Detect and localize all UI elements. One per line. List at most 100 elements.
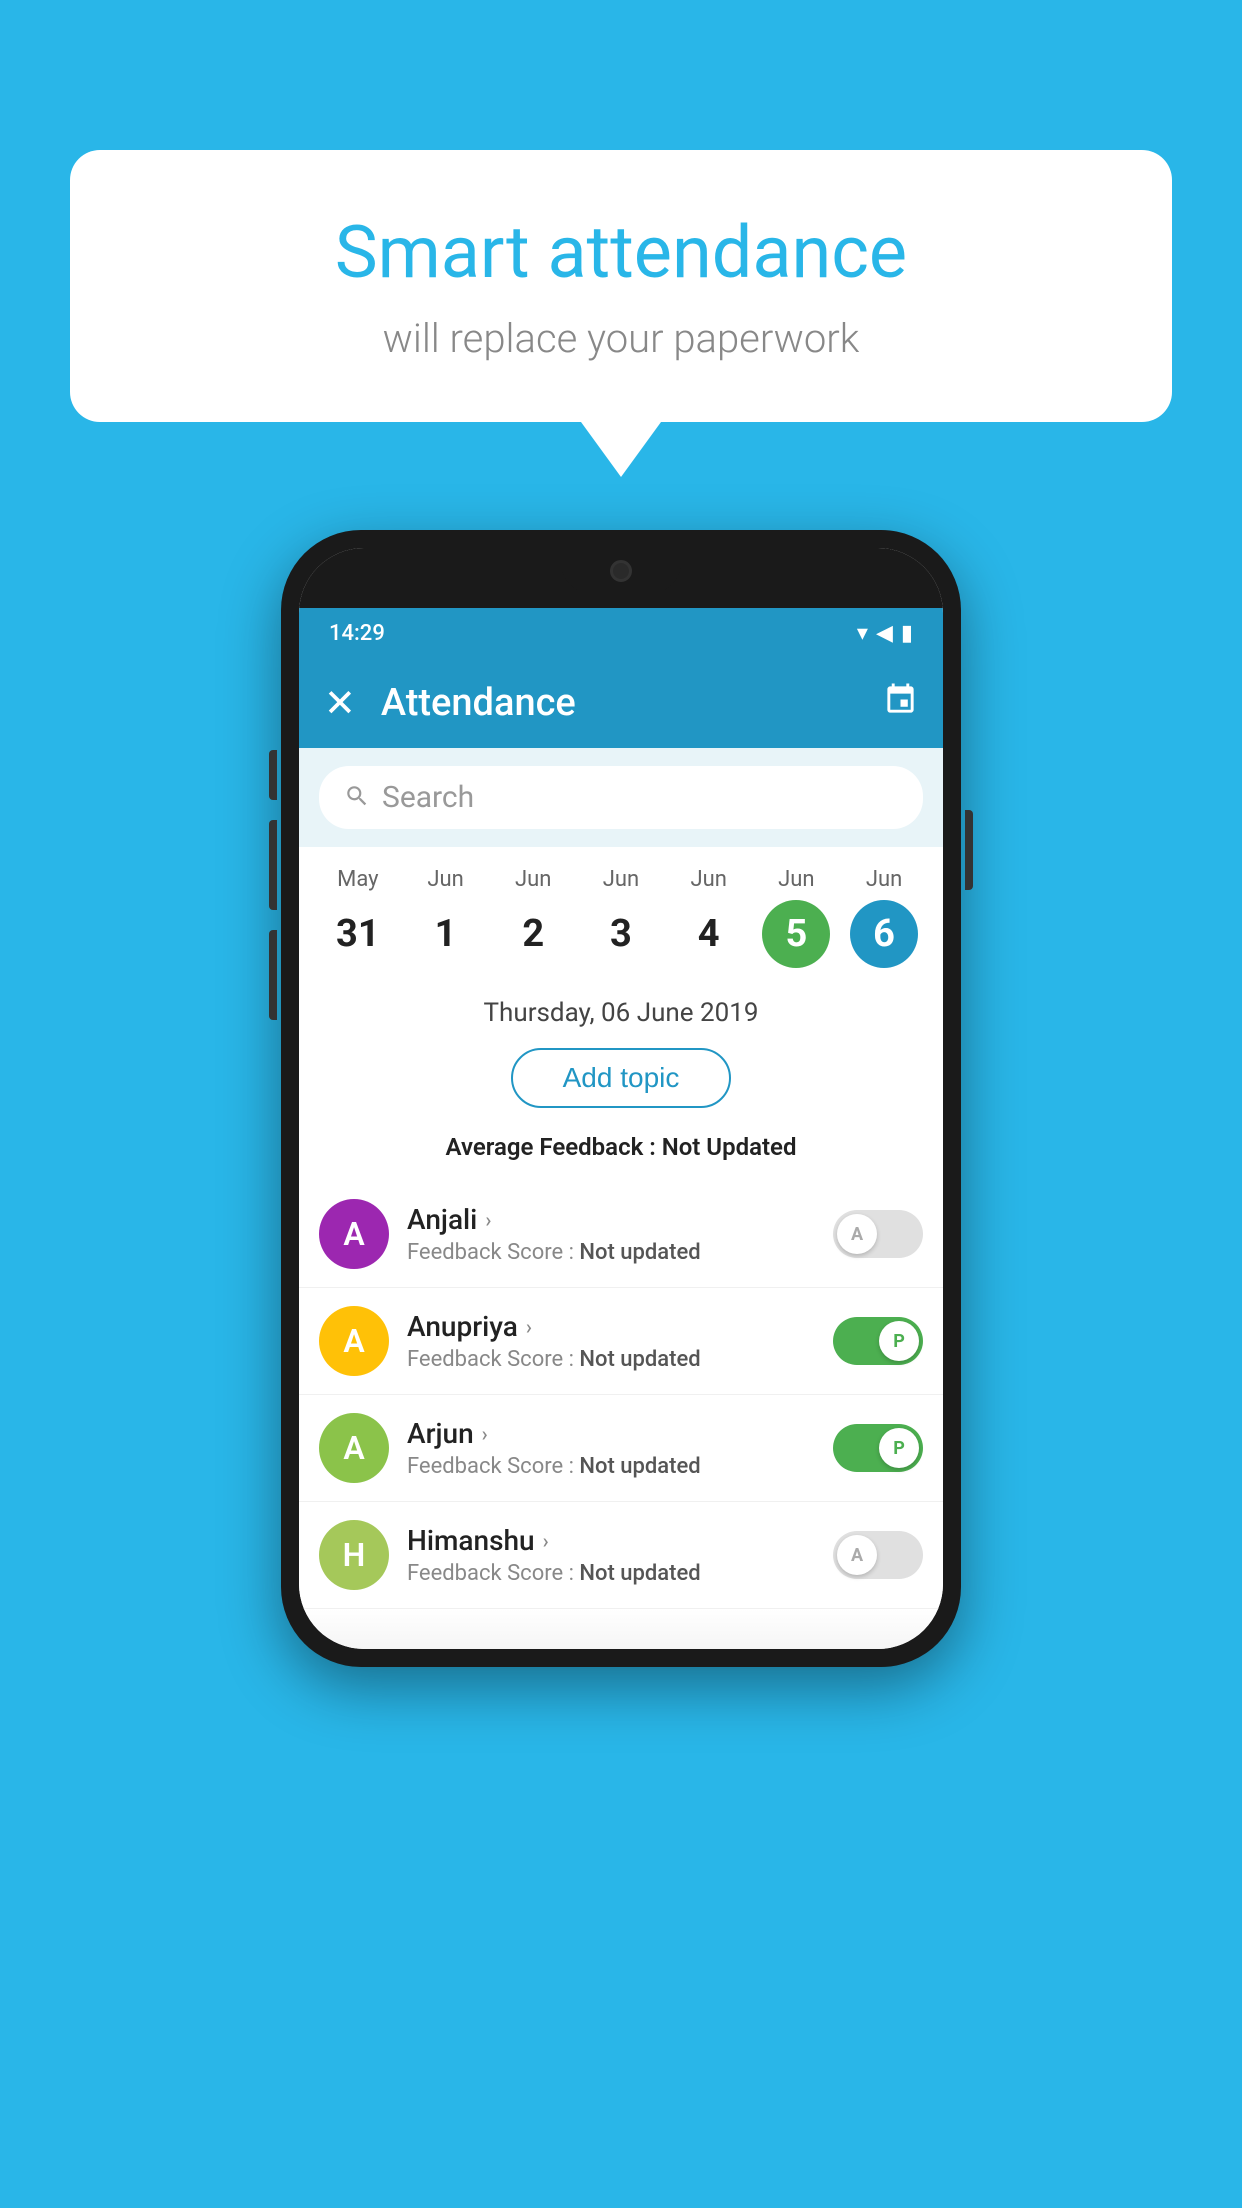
student-item[interactable]: A Anupriya › Feedback Score : Not updated P	[299, 1288, 943, 1395]
student-name: Anupriya ›	[407, 1310, 815, 1343]
notch-area	[299, 548, 943, 608]
volume-down-button[interactable]	[269, 930, 277, 1020]
calendar-day[interactable]: Jun 1	[406, 867, 486, 968]
student-name: Himanshu ›	[407, 1524, 815, 1557]
front-camera	[610, 560, 632, 582]
power-button[interactable]	[965, 810, 973, 890]
speech-bubble-wrapper: Smart attendance will replace your paper…	[70, 150, 1172, 477]
student-info: Himanshu › Feedback Score : Not updated	[407, 1524, 815, 1586]
student-item[interactable]: H Himanshu › Feedback Score : Not updated A	[299, 1502, 943, 1609]
avatar: A	[319, 1306, 389, 1376]
calendar-day[interactable]: Jun 4	[669, 867, 749, 968]
toggle-switch[interactable]: A	[833, 1531, 923, 1579]
cal-month-label: Jun	[427, 867, 463, 892]
battery-icon: ▮	[901, 621, 913, 646]
cal-date-number[interactable]: 2	[499, 900, 567, 968]
chevron-right-icon: ›	[543, 1529, 549, 1553]
student-info: Anjali › Feedback Score : Not updated	[407, 1203, 815, 1265]
calendar-day[interactable]: May 31	[318, 867, 398, 968]
speech-bubble: Smart attendance will replace your paper…	[70, 150, 1172, 422]
feedback-score: Feedback Score : Not updated	[407, 1561, 815, 1586]
speech-bubble-title: Smart attendance	[150, 210, 1092, 295]
cal-month-label: Jun	[603, 867, 639, 892]
search-placeholder: Search	[382, 780, 474, 815]
cal-month-label: Jun	[515, 867, 551, 892]
feedback-value: Not updated	[579, 1347, 700, 1372]
cal-date-number[interactable]: 6	[850, 900, 918, 968]
toggle-switch[interactable]: A	[833, 1210, 923, 1258]
calendar-day[interactable]: Jun 3	[581, 867, 661, 968]
student-name: Arjun ›	[407, 1417, 815, 1450]
wifi-icon: ▾	[857, 621, 868, 646]
calendar-icon[interactable]	[883, 682, 918, 725]
cal-date-number[interactable]: 3	[587, 900, 655, 968]
cal-month-label: Jun	[690, 867, 726, 892]
signal-icon: ◀	[876, 621, 893, 646]
app-bar-title: Attendance	[381, 681, 883, 725]
status-bar: 14:29 ▾ ◀ ▮	[299, 608, 943, 658]
student-name: Anjali ›	[407, 1203, 815, 1236]
feedback-score: Feedback Score : Not updated	[407, 1347, 815, 1372]
calendar-day[interactable]: Jun 6	[844, 867, 924, 968]
cal-month-label: Jun	[778, 867, 814, 892]
cal-month-label: Jun	[866, 867, 902, 892]
status-time: 14:29	[329, 621, 385, 646]
average-feedback: Average Feedback : Not Updated	[299, 1123, 943, 1181]
cal-date-number[interactable]: 5	[762, 900, 830, 968]
search-container: Search	[299, 748, 943, 847]
toggle-switch[interactable]: P	[833, 1317, 923, 1365]
volume-up-button[interactable]	[269, 820, 277, 910]
attendance-toggle[interactable]: A	[833, 1210, 923, 1258]
speech-bubble-arrow	[581, 422, 661, 477]
avg-feedback-label: Average Feedback :	[446, 1133, 662, 1161]
calendar-day[interactable]: Jun 2	[493, 867, 573, 968]
feedback-value: Not updated	[579, 1561, 700, 1586]
cal-date-number[interactable]: 1	[412, 900, 480, 968]
feedback-value: Not updated	[579, 1454, 700, 1479]
phone-frame: 14:29 ▾ ◀ ▮ ✕ Attendance	[281, 530, 961, 1667]
attendance-toggle[interactable]: P	[833, 1424, 923, 1472]
volume-silent-button[interactable]	[269, 750, 277, 800]
avg-feedback-value: Not Updated	[662, 1133, 797, 1161]
selected-date-text: Thursday, 06 June 2019	[484, 998, 759, 1028]
toggle-knob: P	[879, 1321, 919, 1361]
selected-date-section: Thursday, 06 June 2019	[299, 978, 943, 1033]
app-bar: ✕ Attendance	[299, 658, 943, 748]
avatar: A	[319, 1199, 389, 1269]
toggle-knob: A	[837, 1535, 877, 1575]
student-info: Arjun › Feedback Score : Not updated	[407, 1417, 815, 1479]
feedback-value: Not updated	[579, 1240, 700, 1265]
cal-month-label: May	[337, 867, 378, 892]
notch	[561, 548, 681, 593]
close-button[interactable]: ✕	[324, 681, 356, 726]
cal-date-number[interactable]: 31	[324, 900, 392, 968]
phone-screen: 14:29 ▾ ◀ ▮ ✕ Attendance	[299, 548, 943, 1649]
student-list: AAnjali ›Feedback Score : Not updatedAAA…	[299, 1181, 943, 1609]
chevron-right-icon: ›	[526, 1315, 532, 1339]
chevron-right-icon: ›	[485, 1208, 491, 1232]
attendance-toggle[interactable]: P	[833, 1317, 923, 1365]
feedback-score: Feedback Score : Not updated	[407, 1240, 815, 1265]
search-bar[interactable]: Search	[319, 766, 923, 829]
phone-wrapper: 14:29 ▾ ◀ ▮ ✕ Attendance	[281, 530, 961, 1667]
search-icon	[344, 783, 370, 813]
avatar: A	[319, 1413, 389, 1483]
toggle-knob: A	[837, 1214, 877, 1254]
bottom-fade	[299, 1609, 943, 1649]
calendar-strip: May 31 Jun 1 Jun 2 Jun 3 Jun 4 Jun 5 Jun 6	[299, 847, 943, 978]
add-topic-button[interactable]: Add topic	[511, 1048, 732, 1108]
chevron-right-icon: ›	[482, 1422, 488, 1446]
student-item[interactable]: A Anjali › Feedback Score : Not updated A	[299, 1181, 943, 1288]
toggle-knob: P	[879, 1428, 919, 1468]
calendar-day[interactable]: Jun 5	[756, 867, 836, 968]
avatar: H	[319, 1520, 389, 1590]
toggle-switch[interactable]: P	[833, 1424, 923, 1472]
student-item[interactable]: A Arjun › Feedback Score : Not updated P	[299, 1395, 943, 1502]
attendance-toggle[interactable]: A	[833, 1531, 923, 1579]
add-topic-section: Add topic	[299, 1033, 943, 1123]
speech-bubble-subtitle: will replace your paperwork	[150, 315, 1092, 362]
status-icons: ▾ ◀ ▮	[857, 621, 913, 646]
feedback-score: Feedback Score : Not updated	[407, 1454, 815, 1479]
cal-date-number[interactable]: 4	[675, 900, 743, 968]
student-info: Anupriya › Feedback Score : Not updated	[407, 1310, 815, 1372]
